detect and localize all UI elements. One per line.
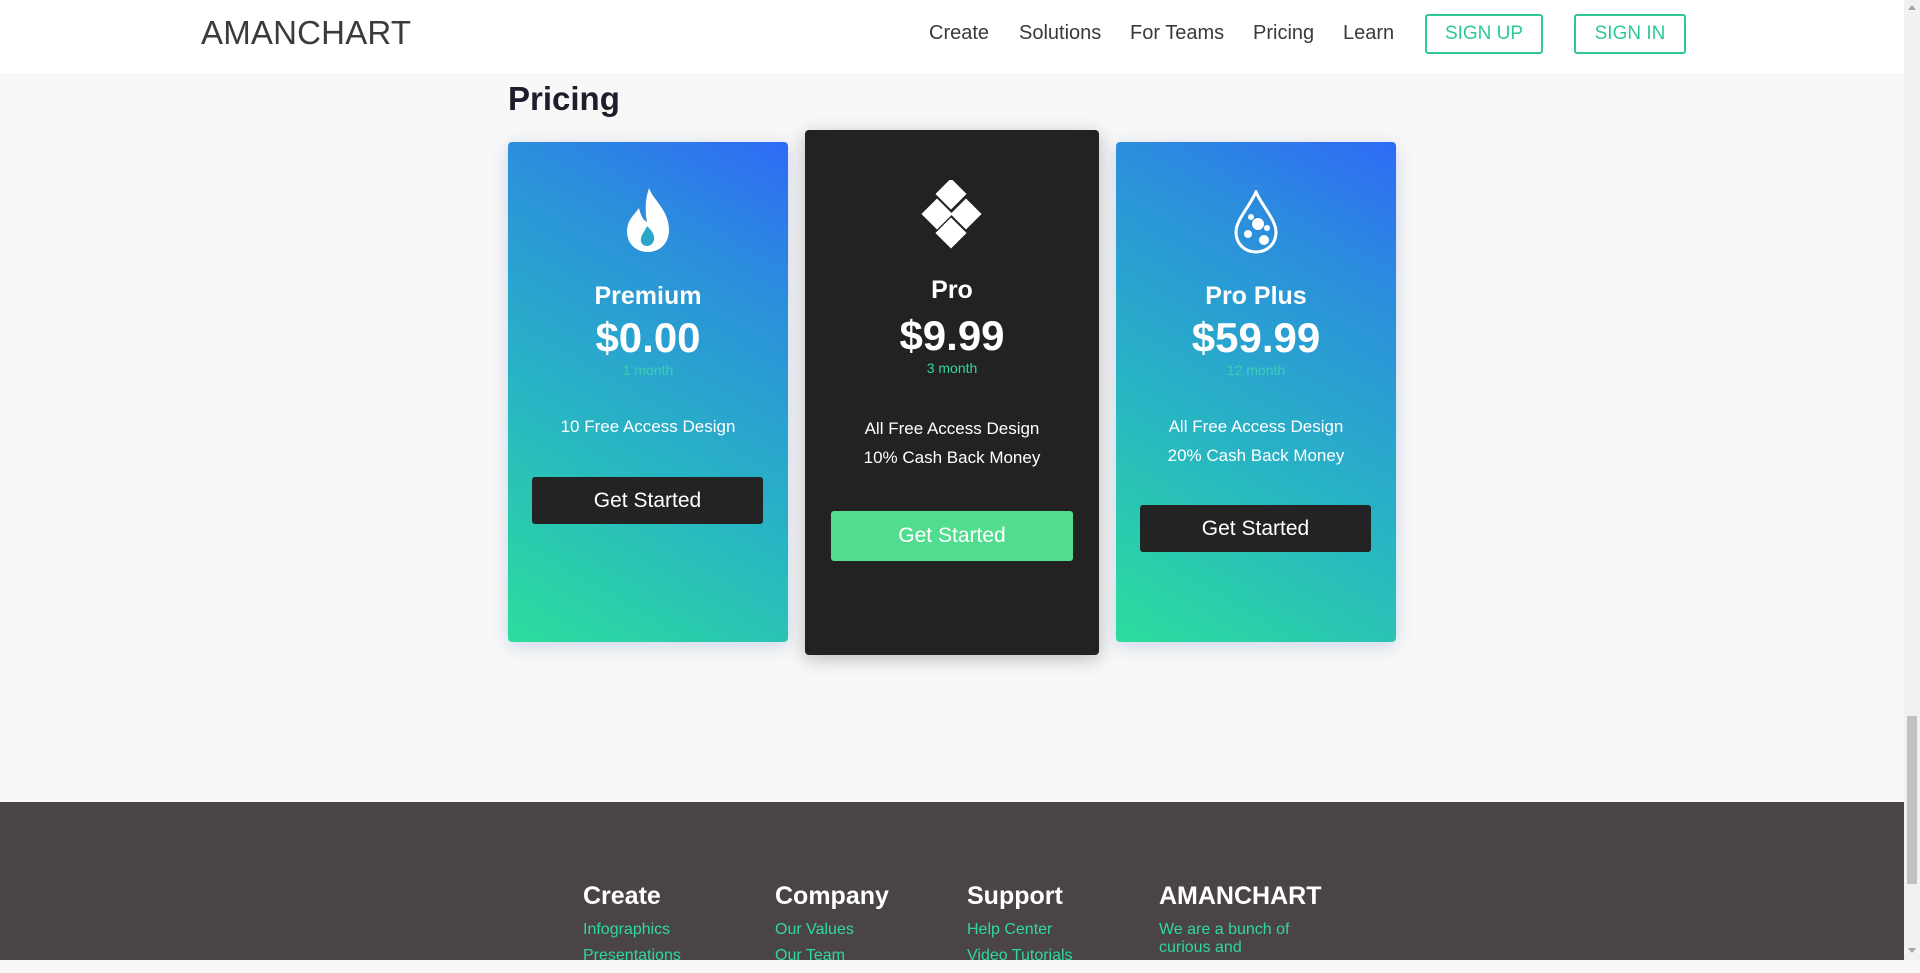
site-footer: Create Infographics Presentations Compan… [0,802,1904,964]
page-title: Pricing [508,80,620,117]
get-started-button[interactable]: Get Started [831,511,1073,561]
droplet-icon [1234,188,1278,259]
plan-period: 12 month [1226,362,1286,378]
footer-column-company: Company Our Values Our Team [775,882,945,973]
plan-name: Pro [931,276,973,304]
sign-in-button[interactable]: SIGN IN [1574,14,1686,54]
footer-link[interactable]: Our Values [775,921,945,939]
footer-link[interactable]: Infographics [583,921,753,939]
footer-link[interactable]: Video Tutorials [967,947,1137,965]
nav-solutions[interactable]: Solutions [1019,22,1101,45]
footer-column-create: Create Infographics Presentations [583,882,753,973]
pricing-card-premium: Premium $0.00 1 month 10 Free Access Des… [508,142,788,642]
get-started-button[interactable]: Get Started [1140,505,1371,552]
sign-up-button[interactable]: SIGN UP [1425,14,1543,54]
feature-item: 20% Cash Back Money [1167,446,1345,465]
footer-column-about: AMANCHART We are a bunch of curious and [1159,882,1324,957]
top-navbar: AMANCHART Create Solutions For Teams Pri… [0,0,1904,73]
page-scrollbar[interactable] [1904,0,1920,960]
footer-heading: Support [967,882,1063,910]
plan-price: $9.99 [899,312,1005,359]
plan-name: Pro Plus [1205,282,1307,310]
feature-list: 10 Free Access Design [508,412,788,441]
footer-link[interactable]: Our Team [775,947,945,965]
diamond-grid-icon [917,178,987,255]
brand-logo[interactable]: AMANCHART [201,14,411,52]
nav-learn[interactable]: Learn [1343,22,1394,45]
feature-list: All Free Access Design 20% Cash Back Mon… [1116,412,1396,470]
plan-price: $0.00 [595,314,701,361]
get-started-button[interactable]: Get Started [532,477,763,524]
plan-name: Premium [594,282,702,310]
pricing-card-pro: Pro $9.99 3 month All Free Access Design… [805,130,1099,655]
footer-heading: Company [775,882,889,910]
nav-pricing[interactable]: Pricing [1253,22,1314,45]
footer-link[interactable]: Presentations [583,947,753,965]
plan-price: $59.99 [1191,314,1321,361]
feature-item: All Free Access Design [1168,417,1344,436]
feature-list: All Free Access Design 10% Cash Back Mon… [805,414,1099,472]
footer-about-text: We are a bunch of curious and [1159,921,1290,956]
scroll-thumb[interactable] [1907,716,1917,884]
plan-period: 1 month [622,362,674,378]
flame-icon [623,186,673,261]
feature-item: 10 Free Access Design [560,417,736,436]
nav-create[interactable]: Create [929,22,989,45]
scroll-down-arrow-icon[interactable] [1908,948,1916,953]
feature-item: 10% Cash Back Money [863,448,1041,467]
scroll-up-arrow-icon[interactable] [1908,5,1916,10]
footer-heading: Create [583,882,661,910]
footer-link[interactable]: Help Center [967,921,1137,939]
pricing-card-pro-plus: Pro Plus $59.99 12 month All Free Access… [1116,142,1396,642]
footer-column-support: Support Help Center Video Tutorials [967,882,1137,973]
feature-item: All Free Access Design [864,419,1040,438]
nav-for-teams[interactable]: For Teams [1130,22,1224,45]
footer-heading: AMANCHART [1159,882,1322,910]
plan-period: 3 month [926,360,978,376]
